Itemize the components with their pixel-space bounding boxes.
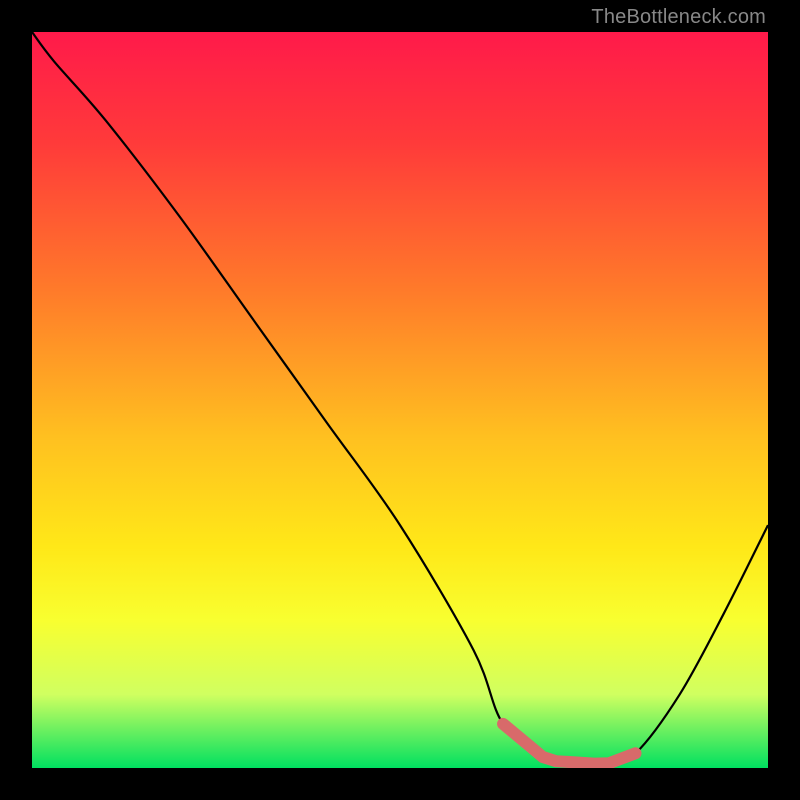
bottleneck-curve-line — [32, 32, 768, 766]
watermark-text: TheBottleneck.com — [591, 6, 766, 29]
chart-container: TheBottleneck.com — [0, 0, 800, 800]
optimal-range-marker — [503, 724, 635, 764]
bottleneck-curve-svg — [32, 32, 768, 768]
